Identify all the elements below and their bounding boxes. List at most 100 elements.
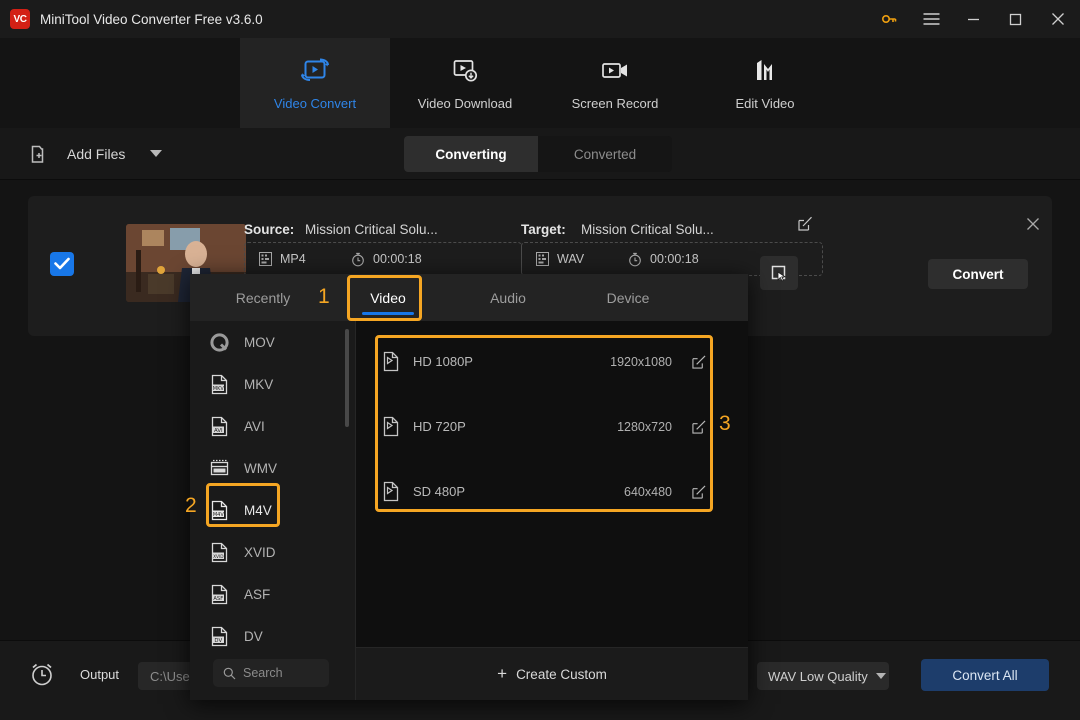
format-label: ASF (244, 586, 271, 602)
format-label: DV (244, 628, 263, 644)
edit-video-icon (748, 55, 782, 87)
file-checkbox[interactable] (50, 252, 74, 276)
nav-tab-video-convert[interactable]: Video Convert (240, 38, 390, 128)
remove-file-icon[interactable] (1026, 217, 1040, 231)
svg-text:XVID: XVID (213, 553, 224, 559)
nav-tab-label: Screen Record (571, 96, 659, 111)
tab-audio[interactable]: Audio (458, 274, 558, 321)
format-icon (259, 252, 272, 266)
format-icon (536, 252, 549, 266)
app-window: VC MiniTool Video Converter Free v3.6.0 (0, 0, 1080, 720)
annotation-1: 1 (318, 285, 330, 308)
convert-all-button[interactable]: Convert All (921, 659, 1049, 691)
add-folder-icon (30, 142, 56, 166)
format-list-scrollbar[interactable] (345, 329, 349, 427)
stopwatch-icon (351, 252, 365, 267)
video-download-icon (448, 55, 482, 87)
source-meta-box: MP4 00:00:18 (244, 242, 522, 276)
add-files-button[interactable]: Add Files (30, 142, 163, 166)
nav-tab-video-download[interactable]: Video Download (390, 38, 540, 128)
highlight-m4v-row (206, 483, 280, 527)
mkv-file-icon: MKV (208, 373, 230, 395)
key-icon[interactable] (868, 0, 910, 38)
nav-tab-screen-record[interactable]: Screen Record (540, 38, 690, 128)
target-filename: Mission Critical Solu... (581, 222, 714, 237)
main-nav: Video Convert Video Download Screen Reco… (0, 38, 1080, 128)
screen-record-icon (598, 55, 632, 87)
format-row-mkv[interactable]: MKV MKV (190, 363, 356, 405)
video-convert-icon (298, 55, 332, 87)
minimize-button[interactable] (952, 0, 994, 38)
edit-pencil-icon[interactable] (798, 216, 813, 231)
asf-file-icon: ASF (208, 583, 230, 605)
format-label: AVI (244, 418, 265, 434)
chevron-down-icon[interactable] (150, 150, 163, 157)
annotation-2: 2 (185, 494, 197, 517)
nav-tab-label: Edit Video (735, 96, 795, 111)
plus-icon: + (497, 664, 508, 683)
quicktime-icon (208, 331, 230, 353)
search-input[interactable]: Search (213, 659, 329, 687)
maximize-button[interactable] (994, 0, 1036, 38)
highlight-quality-list (375, 335, 713, 512)
search-icon (223, 667, 236, 680)
tab-device[interactable]: Device (578, 274, 678, 321)
add-files-label: Add Files (67, 145, 126, 162)
target-label: Target: (521, 222, 566, 237)
format-row-mov[interactable]: MOV (190, 321, 356, 363)
annotation-3: 3 (719, 412, 731, 435)
format-label: WMV (244, 460, 277, 476)
format-row-xvid[interactable]: XVID XVID (190, 531, 356, 573)
create-custom-button[interactable]: + Create Custom (356, 647, 748, 700)
xvid-file-icon: XVID (208, 541, 230, 563)
toolbar: Add Files Converting Converted (0, 128, 1080, 180)
dropdown-tabs: Recently Video Audio Device (190, 274, 748, 321)
format-label: MKV (244, 376, 274, 392)
wmv-file-icon (208, 457, 230, 479)
tab-converting[interactable]: Converting (404, 136, 538, 172)
window-controls (868, 0, 1080, 38)
source-duration: 00:00:18 (351, 252, 422, 267)
nav-tab-label: Video Download (417, 96, 513, 111)
source-duration-label: 00:00:18 (373, 252, 422, 266)
target-format: WAV (536, 252, 628, 266)
format-row-dv[interactable]: DV DV (190, 615, 356, 651)
tab-recently[interactable]: Recently (208, 274, 318, 321)
nav-tab-label: Video Convert (273, 96, 357, 111)
app-logo: VC (10, 9, 30, 29)
quality-select-label: WAV Low Quality (768, 668, 868, 684)
hamburger-menu-icon[interactable] (910, 0, 952, 38)
svg-text:DV: DV (214, 637, 222, 643)
alarm-clock-icon[interactable] (28, 660, 56, 688)
target-duration-label: 00:00:18 (650, 252, 699, 266)
search-placeholder: Search (243, 666, 283, 680)
source-format-label: MP4 (280, 252, 306, 266)
highlight-video-tab (347, 275, 422, 321)
nav-tab-edit-video[interactable]: Edit Video (690, 38, 840, 128)
format-row-asf[interactable]: ASF ASF (190, 573, 356, 615)
format-label: MOV (244, 334, 275, 350)
avi-file-icon: AVI (208, 415, 230, 437)
chevron-down-icon (875, 673, 886, 679)
format-label: XVID (244, 544, 276, 560)
source-filename: Mission Critical Solu... (305, 222, 438, 237)
close-icon[interactable] (1036, 0, 1080, 38)
source-label: Source: (244, 222, 295, 237)
convert-button[interactable]: Convert (928, 259, 1028, 289)
svg-text:AVI: AVI (213, 427, 222, 433)
quality-select[interactable]: WAV Low Quality (757, 662, 889, 690)
tab-converted[interactable]: Converted (538, 136, 672, 172)
snapshot-icon[interactable] (760, 256, 798, 290)
stopwatch-icon (628, 252, 642, 267)
create-custom-label: Create Custom (516, 666, 607, 682)
converting-converted-tabs: Converting Converted (404, 136, 672, 172)
dv-file-icon: DV (208, 625, 230, 647)
output-label: Output (80, 667, 120, 682)
title-bar: VC MiniTool Video Converter Free v3.6.0 (0, 0, 1080, 38)
app-title: MiniTool Video Converter Free v3.6.0 (40, 11, 263, 27)
format-row-avi[interactable]: AVI AVI (190, 405, 356, 447)
svg-text:MKV: MKV (212, 385, 224, 391)
svg-text:ASF: ASF (213, 595, 223, 601)
target-duration: 00:00:18 (628, 252, 699, 267)
target-format-label: WAV (557, 252, 585, 266)
